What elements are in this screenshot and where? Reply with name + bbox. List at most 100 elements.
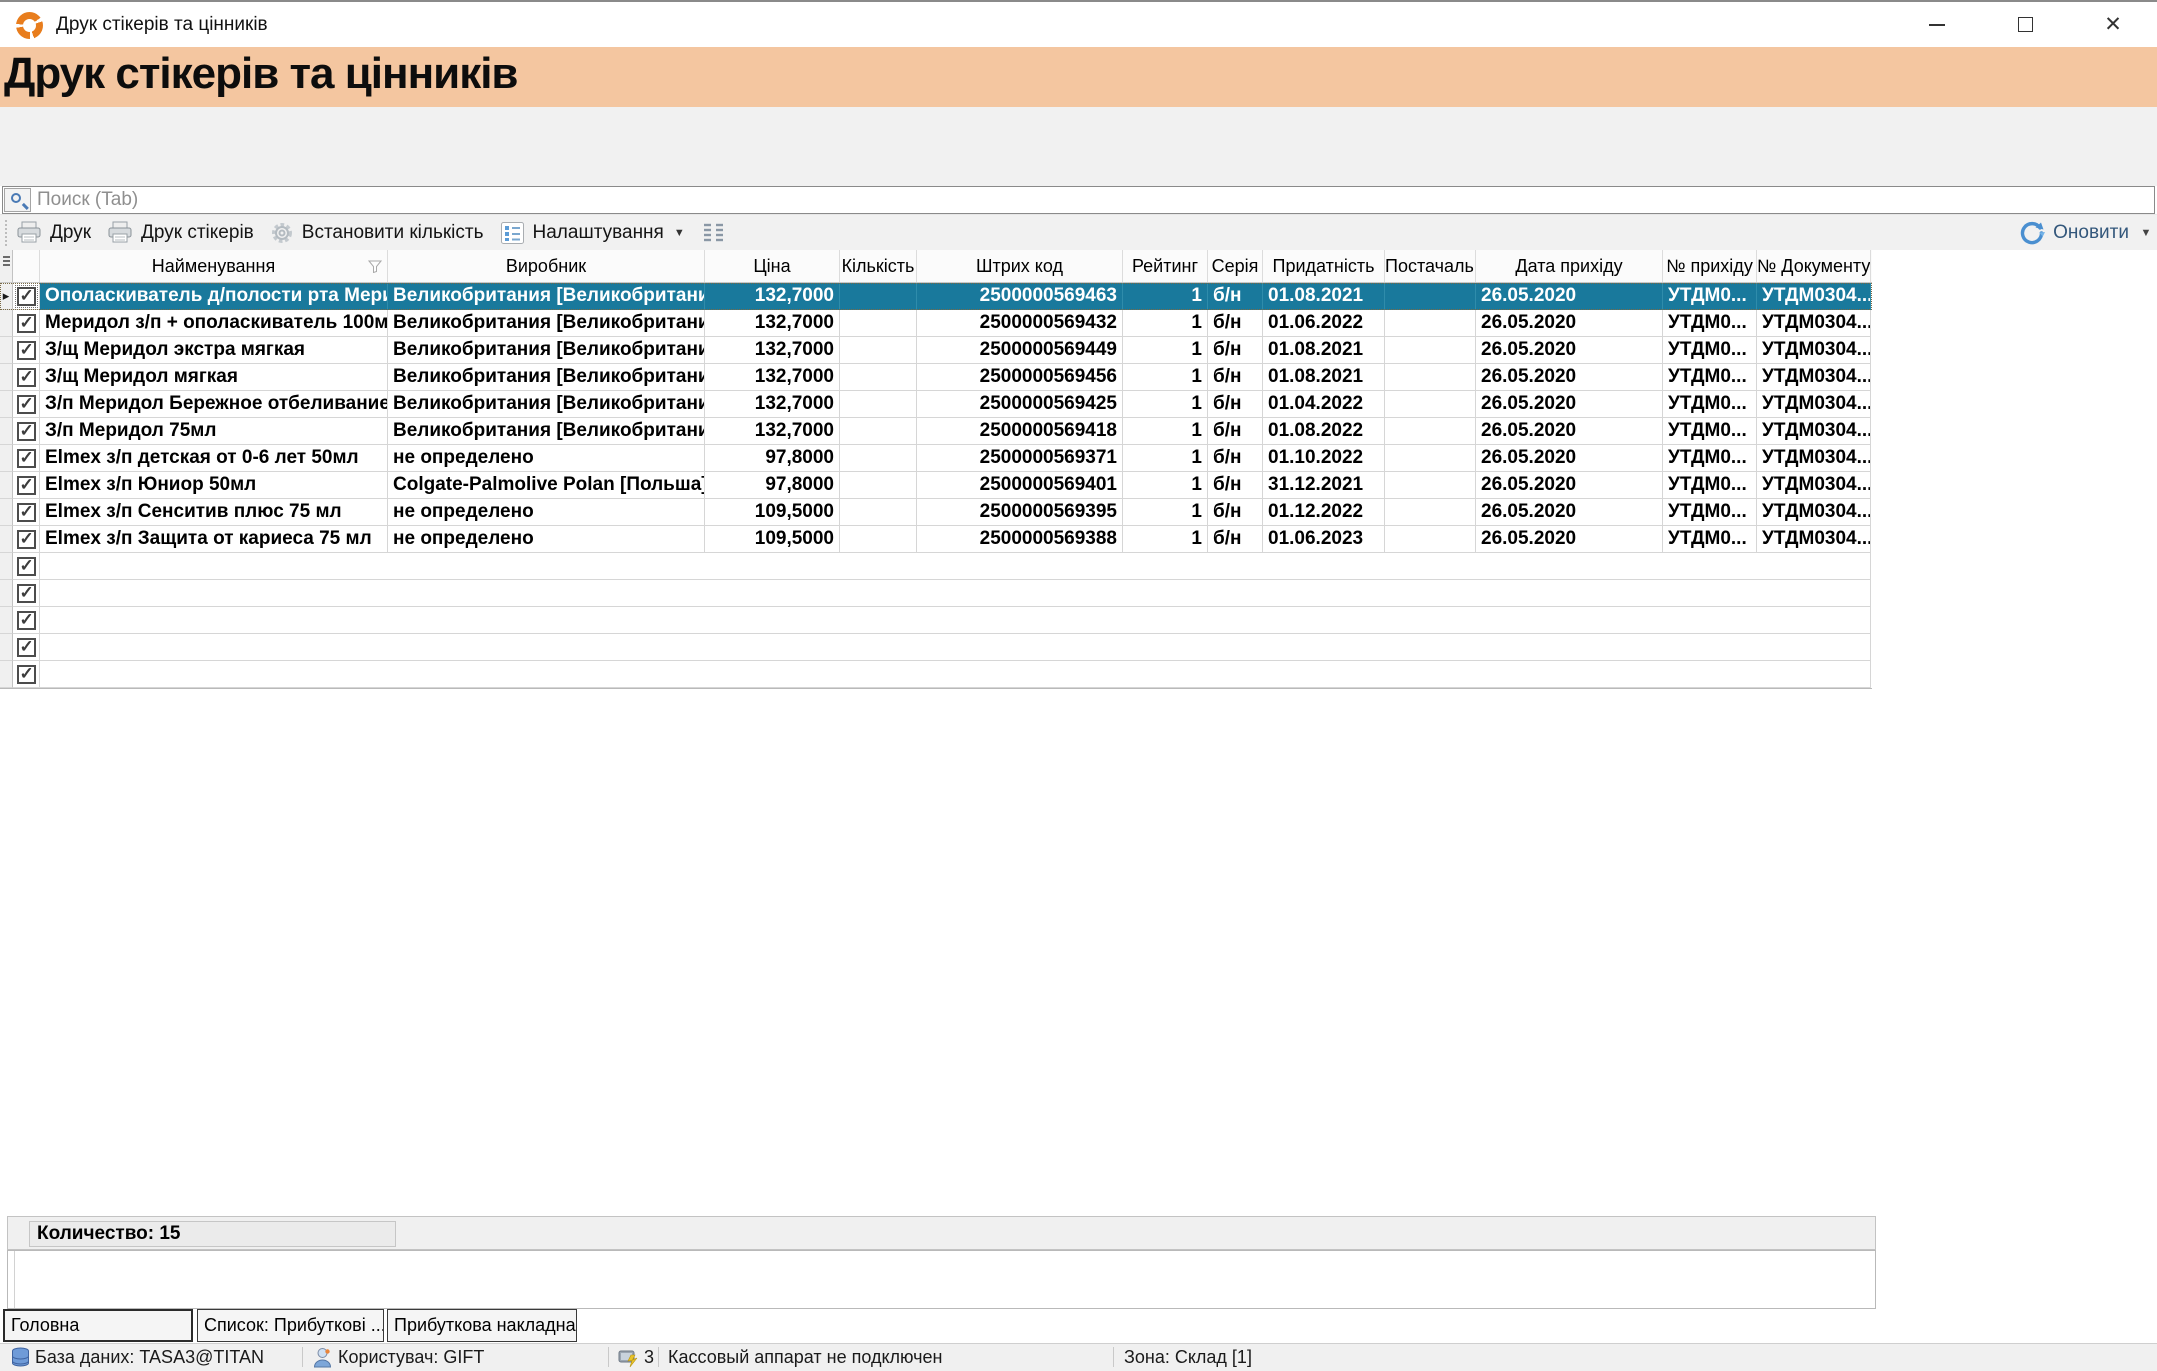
- page-title: Друк стікерів та цінників: [4, 49, 517, 99]
- column-header[interactable]: № прихіду: [1663, 250, 1757, 282]
- row-checkbox[interactable]: [17, 314, 36, 333]
- table-row[interactable]: З/щ Меридол мягкаяВеликобритания [Велико…: [0, 364, 1872, 391]
- row-checkbox[interactable]: [17, 530, 36, 549]
- set-quantity-button[interactable]: Встановити кількість: [262, 218, 492, 248]
- cell-supplier: [1385, 418, 1476, 445]
- empty-table-row[interactable]: [0, 607, 1872, 634]
- table-row[interactable]: З/щ Меридол экстра мягкаяВеликобритания …: [0, 337, 1872, 364]
- empty-table-row[interactable]: [0, 580, 1872, 607]
- close-button[interactable]: ✕: [2069, 2, 2157, 47]
- search-icon[interactable]: [4, 188, 31, 212]
- cell-barcode: 2500000569418: [917, 418, 1123, 445]
- column-header[interactable]: Дата прихіду: [1476, 250, 1663, 282]
- column-header[interactable]: Штрих код: [917, 250, 1123, 282]
- row-checkbox-cell: [13, 337, 40, 364]
- row-checkbox-cell: [13, 310, 40, 337]
- table-row[interactable]: Elmex з/п детская от 0-6 лет 50млне опре…: [0, 445, 1872, 472]
- status-counter: 3: [644, 1347, 654, 1368]
- column-header[interactable]: Ціна: [705, 250, 840, 282]
- tab-incoming-invoice[interactable]: Прибуткова накладна .: [387, 1309, 577, 1342]
- refresh-button[interactable]: Оновити: [2011, 217, 2137, 249]
- row-checkbox[interactable]: [17, 422, 36, 441]
- row-checkbox[interactable]: [17, 476, 36, 495]
- print-stickers-button[interactable]: Друк стікерів: [99, 218, 262, 247]
- status-separator: [658, 1347, 659, 1367]
- column-header[interactable]: Найменування: [40, 250, 388, 282]
- column-header[interactable]: Виробник: [388, 250, 705, 282]
- select-all-column-header[interactable]: [13, 250, 40, 282]
- row-checkbox[interactable]: [17, 584, 36, 603]
- bottom-panel-strip: [10, 1251, 15, 1308]
- row-checkbox[interactable]: [17, 395, 36, 414]
- table-row[interactable]: Elmex з/п Защита от кариеса 75 млне опре…: [0, 526, 1872, 553]
- cell-series: б/н: [1208, 526, 1263, 553]
- table-row[interactable]: Elmex з/п Сенситив плюс 75 млне определе…: [0, 499, 1872, 526]
- cell-supplier: [1385, 364, 1476, 391]
- row-checkbox[interactable]: [17, 341, 36, 360]
- cell-expiry: 01.12.2022: [1263, 499, 1385, 526]
- window-controls: ✕: [1893, 2, 2157, 47]
- cell-name: Elmex з/п детская от 0-6 лет 50мл: [40, 445, 388, 472]
- table-row[interactable]: З/п Меридол Бережное отбеливание ...Вели…: [0, 391, 1872, 418]
- cell-rating: 1: [1123, 499, 1208, 526]
- cell-series: б/н: [1208, 391, 1263, 418]
- row-checkbox-cell: [13, 553, 40, 580]
- tab-main[interactable]: Головна: [3, 1309, 193, 1342]
- row-indicator: [0, 526, 13, 553]
- window-title: Друк стікерів та цінників: [56, 14, 268, 36]
- toolbar-right: Оновити ▼: [2011, 217, 2157, 249]
- empty-table-row[interactable]: [0, 634, 1872, 661]
- row-checkbox[interactable]: [17, 611, 36, 630]
- empty-row-cell: [40, 661, 1871, 688]
- row-checkbox[interactable]: [17, 557, 36, 576]
- row-checkbox[interactable]: [17, 503, 36, 522]
- cell-arrival_date: 26.05.2020: [1476, 418, 1663, 445]
- cell-expiry: 01.10.2022: [1263, 445, 1385, 472]
- cell-doc_no: УТДМ0304...: [1757, 445, 1871, 472]
- table-row[interactable]: Elmex з/п Юниор 50млColgate-Palmolive Po…: [0, 472, 1872, 499]
- maximize-button[interactable]: [1981, 2, 2069, 47]
- row-checkbox[interactable]: [17, 638, 36, 657]
- search-input[interactable]: [37, 187, 2147, 213]
- cell-price: 97,8000: [705, 445, 840, 472]
- cell-vendor: не определено: [388, 445, 705, 472]
- row-checkbox-cell: [13, 391, 40, 418]
- column-header[interactable]: Придатність: [1263, 250, 1385, 282]
- table-row[interactable]: ▸Ополаскиватель д/полости рта Мери...Вел…: [0, 283, 1872, 310]
- column-header[interactable]: Серія: [1208, 250, 1263, 282]
- status-separator: [1113, 1347, 1114, 1367]
- cell-expiry: 01.06.2023: [1263, 526, 1385, 553]
- cell-supplier: [1385, 337, 1476, 364]
- minimize-button[interactable]: [1893, 2, 1981, 47]
- row-indicator: [0, 418, 13, 445]
- row-checkbox[interactable]: [17, 449, 36, 468]
- cell-arrival_no: УТДМ0...: [1663, 364, 1757, 391]
- settings-button[interactable]: Налаштування ▼: [492, 218, 693, 248]
- column-header[interactable]: Рейтинг: [1123, 250, 1208, 282]
- cell-qty: [840, 445, 917, 472]
- table-row[interactable]: Меридол з/п + ополаскиватель 100млВелико…: [0, 310, 1872, 337]
- row-checkbox[interactable]: [17, 665, 36, 684]
- column-header[interactable]: Постачальник: [1385, 250, 1476, 282]
- devices-icon: [617, 1347, 639, 1368]
- print-button[interactable]: Друк: [8, 218, 99, 247]
- search-bar: [2, 186, 2155, 214]
- column-header[interactable]: Кількість: [840, 250, 917, 282]
- row-checkbox[interactable]: [17, 287, 36, 306]
- cell-vendor: Colgate-Palmolive Polan [Польша]: [388, 472, 705, 499]
- filter-funnel-icon[interactable]: [368, 260, 382, 273]
- tab-incoming-list[interactable]: Список: Прибуткові ...: [197, 1309, 384, 1342]
- table-corner-grip[interactable]: [0, 250, 13, 282]
- empty-table-row[interactable]: [0, 553, 1872, 580]
- cell-qty: [840, 364, 917, 391]
- column-header[interactable]: № Документу: [1757, 250, 1871, 282]
- columns-button[interactable]: [693, 219, 735, 247]
- row-checkbox-cell: [13, 283, 40, 310]
- empty-table-row[interactable]: [0, 661, 1872, 688]
- table-row[interactable]: З/п Меридол 75млВеликобритания [Великобр…: [0, 418, 1872, 445]
- refresh-icon: [2019, 220, 2045, 246]
- row-checkbox[interactable]: [17, 368, 36, 387]
- cell-doc_no: УТДМ0304...: [1757, 418, 1871, 445]
- toolbar-overflow-icon[interactable]: ▼: [2137, 227, 2155, 239]
- cell-price: 132,7000: [705, 364, 840, 391]
